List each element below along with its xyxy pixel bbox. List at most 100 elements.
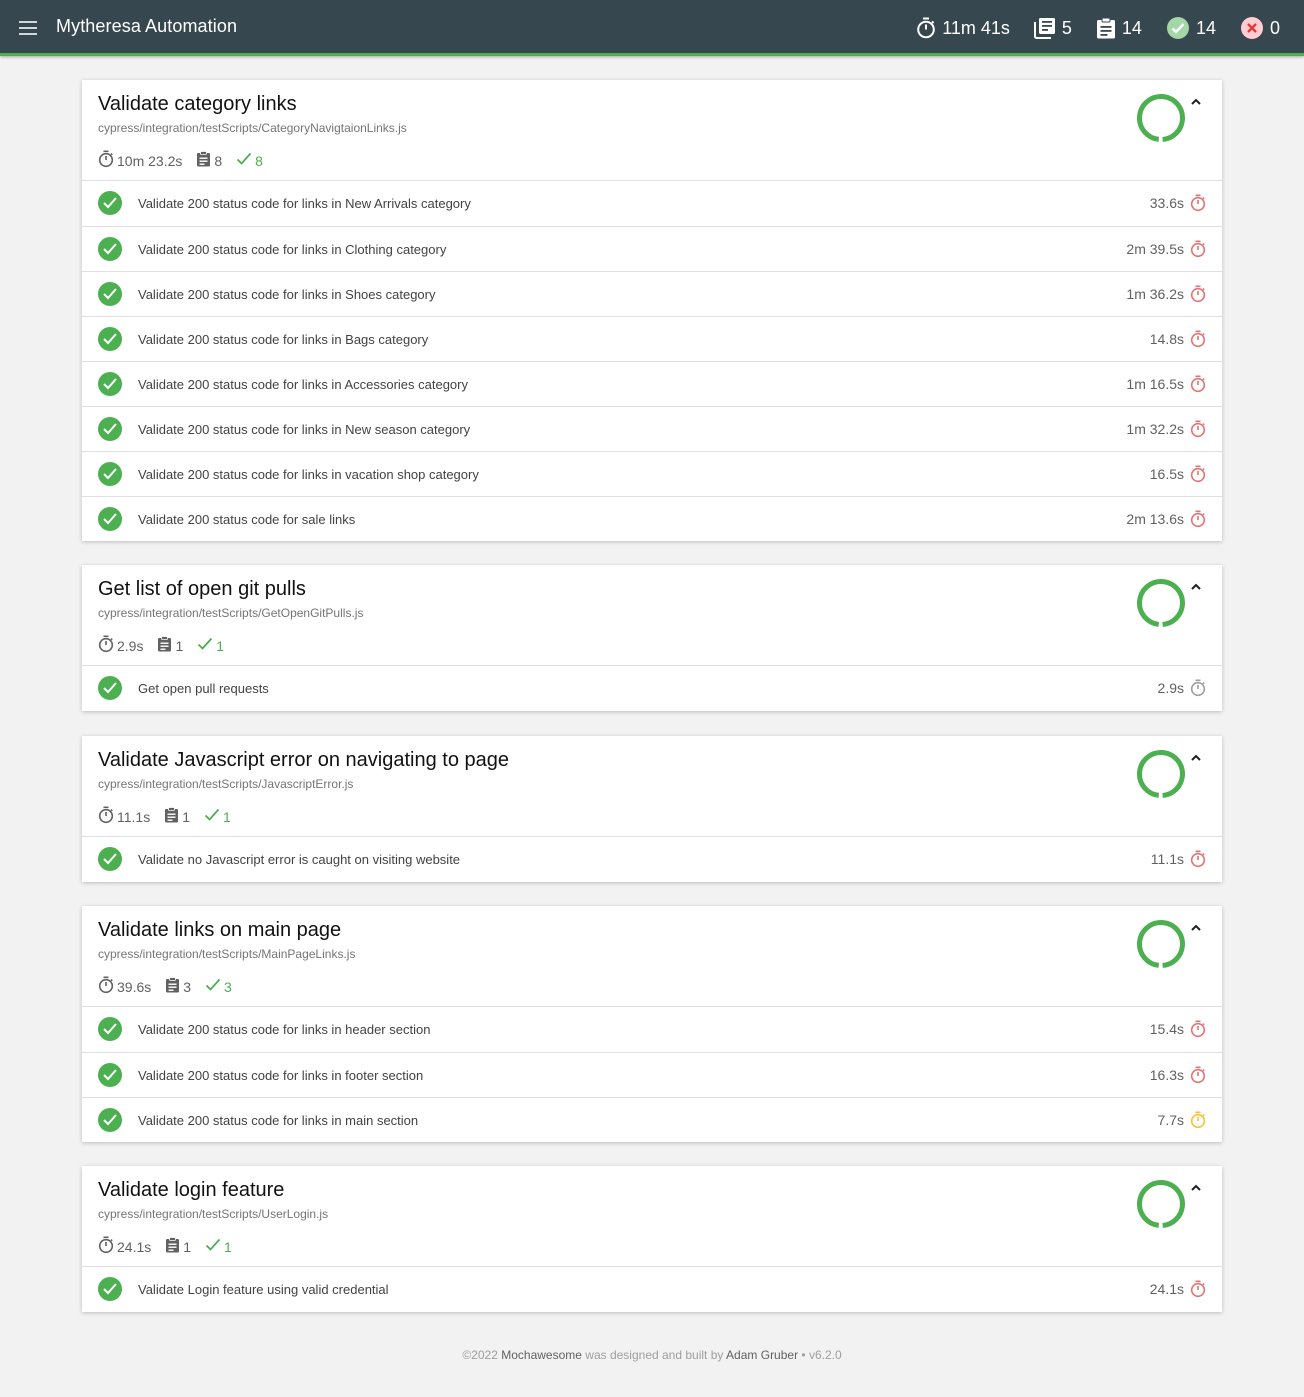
chevron-up-icon[interactable] (1189, 751, 1203, 765)
test-row[interactable]: Validate 200 status code for links in Ac… (82, 361, 1222, 406)
stopwatch-icon (1190, 1111, 1206, 1129)
menu-icon[interactable] (18, 18, 38, 38)
suite-summary: 10m 23.2s 8 8 (98, 150, 277, 171)
suite-card: Get list of open git pulls cypress/integ… (82, 565, 1222, 711)
stopwatch-icon (1190, 850, 1206, 868)
check-circle-icon (98, 191, 122, 215)
suite-title: Validate login feature (98, 1179, 285, 1201)
test-row[interactable]: Validate 200 status code for links in Cl… (82, 226, 1222, 271)
stat-suites-value: 5 (1061, 17, 1072, 38)
chevron-up-icon[interactable] (1189, 580, 1203, 594)
suite-duration: 11.1s (98, 806, 150, 827)
stopwatch-icon (98, 976, 117, 997)
suite-pass-chart (1137, 920, 1185, 968)
suite-duration-value: 2.9s (117, 637, 144, 654)
check-circle-icon (98, 372, 122, 396)
stopwatch-icon (1190, 1020, 1206, 1038)
test-list: Validate Login feature using valid crede… (82, 1267, 1222, 1312)
check-circle-icon (98, 1017, 122, 1041)
suite-pass-chart (1137, 94, 1185, 142)
suite-title: Validate category links (98, 93, 297, 115)
clipboard-icon (157, 636, 175, 655)
test-title: Validate 200 status code for links in fo… (138, 1068, 424, 1083)
suite-file: cypress/integration/testScripts/UserLogi… (98, 1207, 329, 1221)
suite-file: cypress/integration/testScripts/MainPage… (98, 947, 356, 961)
stat-passes-value: 14 (1195, 17, 1216, 38)
test-duration: 11.1s (1150, 851, 1184, 867)
stopwatch-icon (1190, 285, 1206, 303)
test-duration: 2m 13.6s (1126, 511, 1184, 527)
stat-suites[interactable]: 5 (1033, 17, 1072, 39)
test-row[interactable]: Validate no Javascript error is caught o… (82, 837, 1222, 882)
suite-duration-value: 11.1s (117, 808, 151, 825)
footer-product-link[interactable]: Mochawesome (501, 1348, 582, 1362)
check-circle-icon (98, 237, 122, 261)
stat-passes[interactable]: 14 (1166, 16, 1216, 40)
test-duration: 16.3s (1149, 1067, 1184, 1083)
suite-passes: 1 (205, 1238, 232, 1255)
test-title: Validate Login feature using valid crede… (138, 1282, 389, 1297)
test-duration: 14.8s (1149, 331, 1184, 347)
stopwatch-icon (98, 150, 117, 171)
test-duration: 33.6s (1149, 195, 1184, 211)
test-duration: 24.1s (1149, 1281, 1184, 1297)
library-books-icon (1033, 18, 1055, 39)
stopwatch-icon (1190, 1066, 1206, 1084)
status-bar (0, 53, 1304, 56)
test-duration: 7.7s (1157, 1112, 1184, 1128)
test-row[interactable]: Get open pull requests 2.9s (82, 666, 1222, 711)
stat-failures[interactable]: 0 (1240, 16, 1280, 40)
test-duration: 1m 36.2s (1126, 286, 1184, 302)
stat-tests[interactable]: 14 (1096, 17, 1142, 39)
suite-card: Validate links on main page cypress/inte… (82, 906, 1222, 1142)
check-circle-icon (98, 1277, 122, 1301)
test-list: Validate 200 status code for links in he… (82, 1007, 1222, 1142)
chevron-up-icon[interactable] (1189, 921, 1203, 935)
check-icon (204, 808, 223, 825)
suite-pass-chart (1137, 579, 1185, 627)
stopwatch-icon (1190, 465, 1206, 483)
suite-card: Validate Javascript error on navigating … (82, 736, 1222, 882)
test-title: Validate 200 status code for sale links (138, 512, 356, 527)
suite-summary: 24.1s 1 1 (98, 1236, 246, 1257)
suite-header: Validate Javascript error on navigating … (82, 736, 1222, 837)
clipboard-icon (164, 807, 182, 826)
test-row[interactable]: Validate 200 status code for links in fo… (82, 1052, 1222, 1097)
clipboard-icon (1096, 17, 1115, 39)
test-row[interactable]: Validate 200 status code for links in va… (82, 451, 1222, 496)
check-circle-icon (98, 462, 122, 486)
stopwatch-icon (1190, 240, 1206, 258)
clipboard-icon (165, 1237, 183, 1256)
suite-header: Validate login feature cypress/integrati… (82, 1166, 1222, 1267)
check-icon (197, 637, 216, 654)
footer: ©2022 Mochawesome was designed and built… (0, 1348, 1304, 1362)
test-list: Get open pull requests 2.9s (82, 666, 1222, 711)
test-row[interactable]: Validate 200 status code for sale links … (82, 496, 1222, 541)
footer-author-link[interactable]: Adam Gruber (726, 1348, 798, 1362)
test-row[interactable]: Validate 200 status code for links in Ne… (82, 181, 1222, 226)
suite-passes-value: 1 (216, 637, 225, 654)
chevron-up-icon[interactable] (1189, 95, 1203, 109)
test-row[interactable]: Validate 200 status code for links in Ba… (82, 316, 1222, 361)
stopwatch-icon (1190, 194, 1206, 212)
test-row[interactable]: Validate 200 status code for links in Sh… (82, 271, 1222, 316)
suite-duration: 10m 23.2s (98, 150, 182, 171)
test-title: Validate 200 status code for links in Ne… (138, 422, 471, 437)
suite-duration-value: 39.6s (117, 978, 152, 995)
stopwatch-icon (1190, 330, 1206, 348)
test-row[interactable]: Validate 200 status code for links in Ne… (82, 406, 1222, 451)
suite-pass-chart (1137, 750, 1185, 798)
check-circle-icon (98, 847, 122, 871)
stat-duration[interactable]: 11m 41s (916, 17, 1010, 39)
stopwatch-icon (1190, 1280, 1206, 1298)
chevron-up-icon[interactable] (1189, 1181, 1203, 1195)
stopwatch-icon (1190, 679, 1206, 697)
footer-version: • v6.2.0 (801, 1348, 842, 1362)
test-row[interactable]: Validate 200 status code for links in ma… (82, 1097, 1222, 1142)
test-duration: 1m 16.5s (1126, 376, 1184, 392)
test-row[interactable]: Validate Login feature using valid crede… (82, 1267, 1222, 1312)
suite-title: Validate Javascript error on navigating … (98, 749, 509, 771)
test-row[interactable]: Validate 200 status code for links in he… (82, 1007, 1222, 1052)
check-circle-icon (98, 1063, 122, 1087)
test-title: Validate no Javascript error is caught o… (138, 852, 461, 867)
